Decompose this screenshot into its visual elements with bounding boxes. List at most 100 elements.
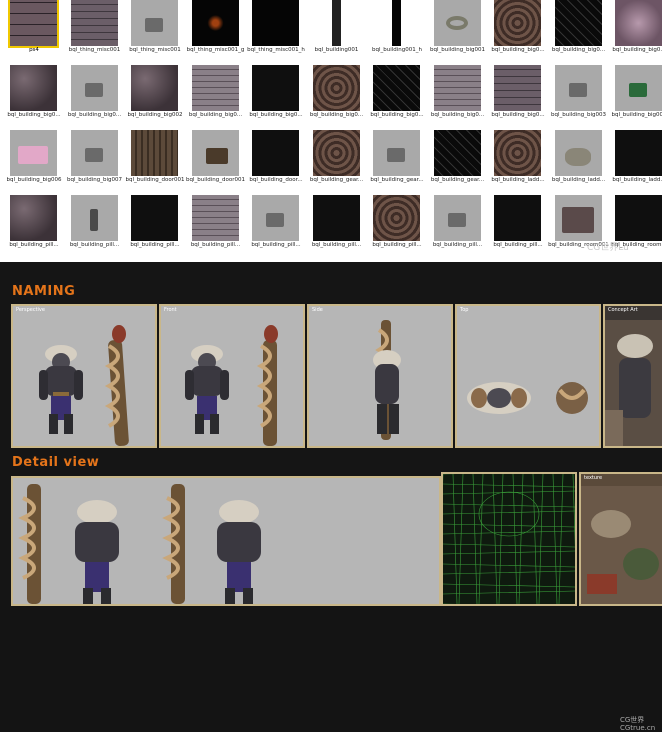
file-thumbnail[interactable]: bql_building_door001 <box>186 130 246 192</box>
file-thumbnail[interactable]: bql_building_big0... <box>428 65 488 127</box>
thumbnail-image <box>252 130 299 176</box>
thumbnail-label: bql_building_big0... <box>249 112 303 118</box>
panel-concept-art: Concept Art <box>603 304 662 448</box>
file-thumbnail[interactable]: bql_building_big003 <box>549 65 609 127</box>
file-thumbnail[interactable]: bql_thing_misc001 <box>125 0 185 62</box>
thumbnail-label: bql_building001_h <box>371 47 423 53</box>
thumbnail-image <box>191 130 239 176</box>
file-thumbnail[interactable]: bql_building_big0... <box>4 65 64 127</box>
thumbnail-label: bql_building_pill... <box>69 242 120 248</box>
thumbnail-image <box>615 0 662 46</box>
thumbnail-label: ps4 <box>29 47 39 53</box>
file-thumbnail[interactable]: bql_building001_h <box>367 0 427 62</box>
thumbnail-image <box>312 195 360 241</box>
character-illustration <box>39 325 129 447</box>
file-thumbnail[interactable]: bql_building_big0... <box>246 65 306 127</box>
thumbnail-image <box>191 65 239 111</box>
panel-title: Perspective <box>16 307 45 313</box>
thumbnail-label: bql_building_door... <box>249 177 303 183</box>
panel-top: Top <box>455 304 601 448</box>
thumbnail-object <box>84 148 103 162</box>
thumbnail-image <box>131 0 178 46</box>
file-thumbnail[interactable]: bql_building_big0... <box>549 0 609 62</box>
file-thumbnail[interactable]: bql_building_ladd... <box>488 130 548 192</box>
file-thumbnail[interactable]: bql_building_pill... <box>186 195 246 257</box>
detail-view-title: Detail view <box>12 455 100 470</box>
thumbnail-image <box>10 65 57 111</box>
file-thumbnail[interactable]: bql_building_pill... <box>307 195 367 257</box>
panel-title: Concept Art <box>608 307 638 313</box>
thumbnail-image <box>373 130 420 176</box>
file-thumbnail[interactable]: bql_building_big006 <box>4 130 64 192</box>
file-thumbnail[interactable]: bql_building_pill... <box>65 195 125 257</box>
file-thumbnail[interactable]: bql_building_pill... <box>428 195 488 257</box>
thumbnail-label: bql_building_ladd... <box>612 177 662 183</box>
file-thumbnail[interactable]: bql_building_big0... <box>186 65 246 127</box>
file-thumbnail[interactable]: bql_building_big0... <box>488 0 548 62</box>
thumbnail-image <box>131 130 178 176</box>
thumbnail-object <box>629 83 647 97</box>
thumbnail-label: bql_thing_misc001_g <box>186 47 245 53</box>
thumbnail-object <box>564 148 591 166</box>
thumbnail-object <box>89 209 98 231</box>
thumbnail-label: bql_building_pill... <box>372 242 422 248</box>
thumbnail-image <box>70 0 118 46</box>
thumbnail-label: bql_building001 <box>314 47 359 53</box>
naming-title: NAMING <box>12 284 76 299</box>
file-thumbnail[interactable]: bql_building_door... <box>246 130 306 192</box>
thumbnail-image <box>494 0 541 46</box>
thumbnail-image <box>494 65 541 111</box>
thumbnail-object <box>447 213 466 227</box>
file-thumbnail[interactable]: bql_building_big0... <box>609 0 662 62</box>
file-thumbnail[interactable]: bql_building_pill... <box>367 195 427 257</box>
thumbnail-label: bql_building_big0... <box>612 47 662 53</box>
thumbnail-label: bql_thing_misc001 <box>68 47 121 53</box>
file-thumbnail[interactable]: bql_building001 <box>307 0 367 62</box>
file-thumbnail[interactable]: bql_building_big004 <box>609 65 662 127</box>
file-thumbnail[interactable]: bql_building_pill... <box>246 195 306 257</box>
thumbnail-label: bql_building_big0... <box>491 112 545 118</box>
file-thumbnail[interactable]: bql_thing_misc001_h <box>246 0 306 62</box>
thumbnail-object <box>568 83 587 97</box>
file-thumbnail[interactable]: bql_building_big001 <box>428 0 488 62</box>
character-sheet: NAMING Perspective Front Side Top Concep… <box>0 262 662 732</box>
file-thumbnail[interactable]: bql_building_gear... <box>307 130 367 192</box>
file-thumbnail[interactable]: bql_building_pill... <box>488 195 548 257</box>
file-thumbnail[interactable]: bql_building_pill... <box>125 195 185 257</box>
thumbnail-label: bql_building_pill... <box>311 242 362 248</box>
thumbnail-object <box>145 18 163 32</box>
panel-title: Side <box>312 307 323 313</box>
file-thumbnail[interactable]: bql_building_ladd... <box>609 130 662 192</box>
thumbnail-label: bql_building_big0... <box>67 112 122 118</box>
thumbnail-label: bql_building_big0... <box>188 112 243 118</box>
texture-map <box>581 486 662 604</box>
file-thumbnail[interactable]: bql_building_big0... <box>367 65 427 127</box>
file-thumbnail[interactable]: bql_building_big007 <box>65 130 125 192</box>
file-thumbnail[interactable]: bql_building_ladd... <box>549 130 609 192</box>
file-thumbnail[interactable]: bql_building_big0... <box>307 65 367 127</box>
file-thumbnail[interactable]: bql_building_pill... <box>4 195 64 257</box>
thumbnail-image <box>312 65 360 111</box>
file-thumbnail[interactable]: bql_building_big002 <box>125 65 185 127</box>
thumbnail-image <box>8 0 59 48</box>
file-thumbnail[interactable]: bql_building_gear... <box>367 130 427 192</box>
file-thumbnail[interactable]: ps4 <box>4 0 64 62</box>
thumbnail-image <box>191 0 239 46</box>
thumbnail-label: bql_building_big002 <box>127 112 183 118</box>
file-thumbnail[interactable]: bql_building_door001 <box>125 130 185 192</box>
thumbnail-image <box>494 130 541 176</box>
thumbnail-object <box>387 148 405 162</box>
thumbnail-image <box>615 65 662 111</box>
thumbnail-image <box>10 195 57 241</box>
character-illustration <box>373 320 401 440</box>
file-thumbnail[interactable]: bql_thing_misc001 <box>65 0 125 62</box>
panel-uv-wireframe <box>438 470 578 608</box>
file-thumbnail[interactable]: bql_building_gear... <box>428 130 488 192</box>
thumbnail-image <box>312 130 360 176</box>
detail-illustration <box>18 484 261 608</box>
file-thumbnail[interactable]: bql_building_big0... <box>65 65 125 127</box>
thumbnail-object <box>266 213 284 227</box>
file-thumbnail[interactable]: bql_thing_misc001_g <box>186 0 246 62</box>
thumbnail-label: bql_thing_misc001_h <box>247 47 305 53</box>
file-thumbnail[interactable]: bql_building_big0... <box>488 65 548 127</box>
